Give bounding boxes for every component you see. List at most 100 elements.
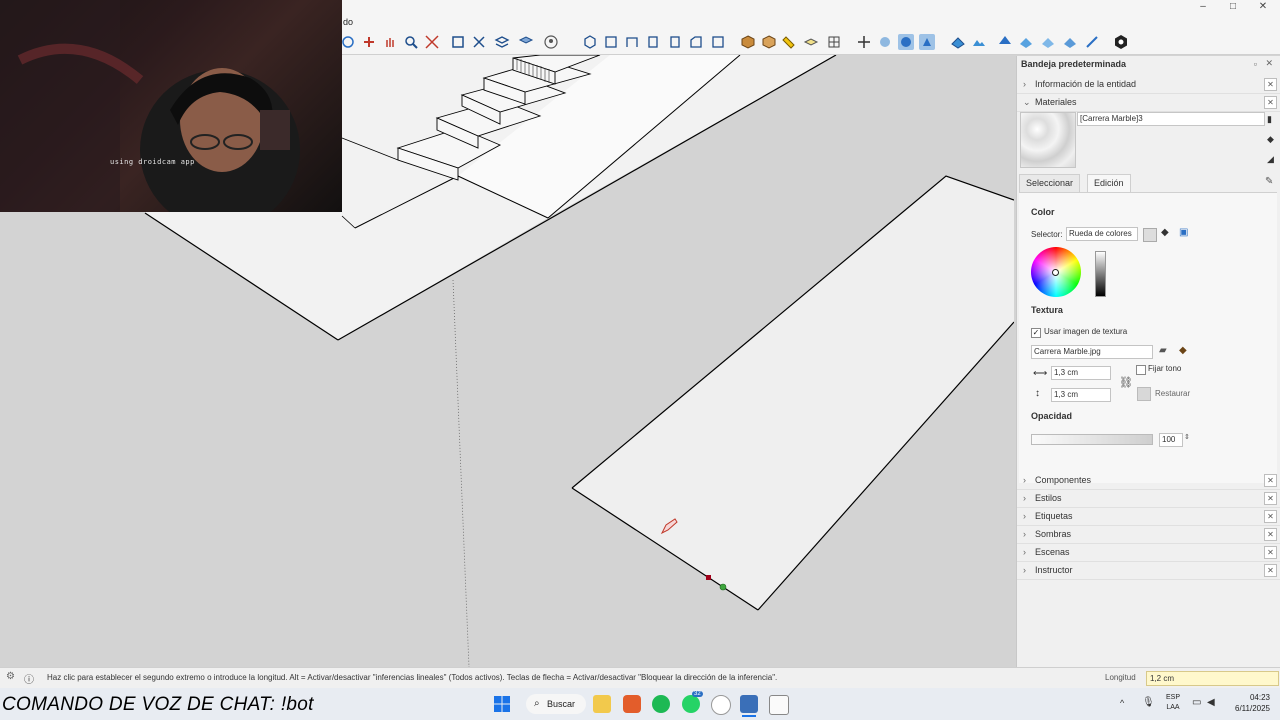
zoom-tool-icon[interactable]: [403, 34, 419, 50]
chain-link-icon[interactable]: ⛓: [1119, 376, 1133, 389]
pan-tool-icon[interactable]: [361, 34, 377, 50]
start-menu-icon[interactable]: [493, 695, 511, 713]
close-window-button[interactable]: ✕: [1246, 0, 1280, 14]
section-entity-info[interactable]: › Información de la entidad ✕: [1017, 76, 1280, 94]
material-name-field[interactable]: [Carrera Marble]3: [1077, 112, 1265, 126]
select-grid-icon[interactable]: [826, 34, 842, 50]
arrow-right-icon[interactable]: ◢: [1267, 154, 1274, 165]
use-texture-checkbox[interactable]: ✓: [1031, 328, 1041, 338]
close-icon[interactable]: ✕: [1264, 492, 1277, 505]
spotify-icon[interactable]: [652, 695, 670, 713]
back-view-icon[interactable]: [667, 34, 683, 50]
info-icon[interactable]: ⓘ: [24, 671, 34, 686]
match-model-icon[interactable]: ◆: [1161, 227, 1169, 238]
file-explorer-icon[interactable]: [593, 695, 611, 713]
section-tags[interactable]: › Etiquetas ✕: [1017, 508, 1280, 526]
terrain-icon[interactable]: [971, 34, 987, 50]
maximize-button[interactable]: □: [1216, 0, 1250, 14]
left-view-icon[interactable]: [688, 34, 704, 50]
move-icon[interactable]: [856, 34, 872, 50]
color-picker-select[interactable]: Rueda de colores: [1066, 227, 1138, 241]
section-materials[interactable]: ⌄ Materiales ✕: [1017, 94, 1280, 112]
close-icon[interactable]: ✕: [1264, 510, 1277, 523]
section-shadows[interactable]: › Sombras ✕: [1017, 526, 1280, 544]
front-view-icon[interactable]: [624, 34, 640, 50]
spinner-icon[interactable]: ⇕: [1184, 433, 1190, 441]
section-components[interactable]: › Componentes ✕: [1017, 472, 1280, 490]
sketchup-icon[interactable]: [740, 695, 758, 713]
stamp-icon[interactable]: [997, 34, 1013, 50]
tray-close-icon[interactable]: ✕: [1265, 58, 1273, 69]
microphone-icon[interactable]: 🎙: [1142, 697, 1155, 708]
material-thumbnail[interactable]: [1020, 112, 1076, 168]
section-scenes[interactable]: › Escenas ✕: [1017, 544, 1280, 562]
section-styles[interactable]: › Estilos ✕: [1017, 490, 1280, 508]
component-icon[interactable]: [740, 34, 756, 50]
minimize-button[interactable]: –: [1186, 0, 1220, 14]
brave-browser-icon[interactable]: [623, 695, 641, 713]
right-view-icon[interactable]: [645, 34, 661, 50]
warehouse-icon[interactable]: [761, 34, 777, 50]
draw-line-icon[interactable]: [898, 34, 914, 50]
zoom-extents-icon[interactable]: [424, 34, 440, 50]
user-account-icon[interactable]: [543, 34, 559, 50]
x-ray-icon[interactable]: [471, 34, 487, 50]
create-material-icon[interactable]: ◆: [1267, 134, 1274, 145]
bottom-view-icon[interactable]: [710, 34, 726, 50]
tab-select[interactable]: Seleccionar: [1019, 174, 1081, 193]
layers-icon[interactable]: [494, 34, 510, 50]
language-indicator[interactable]: ESP LAA: [1163, 693, 1183, 713]
flip-edge-icon[interactable]: [1062, 34, 1078, 50]
tab-edit[interactable]: Edición: [1087, 174, 1131, 193]
match-screen-icon[interactable]: ▣: [1179, 227, 1188, 238]
section-plane-icon[interactable]: [450, 34, 466, 50]
styles-icon[interactable]: [518, 34, 534, 50]
volume-icon[interactable]: ◀: [1207, 697, 1215, 708]
close-icon[interactable]: ✕: [1264, 96, 1277, 109]
colorize-checkbox[interactable]: [1136, 365, 1146, 375]
system-clock[interactable]: 04:23 6/11/2025: [1226, 692, 1270, 714]
color-swatch[interactable]: [1143, 228, 1157, 242]
smoove-icon[interactable]: [1084, 34, 1100, 50]
iso-view-icon[interactable]: [582, 34, 598, 50]
texture-height-field[interactable]: 1,3 cm: [1051, 388, 1111, 402]
length-input[interactable]: 1,2 cm: [1146, 671, 1279, 686]
reset-color-swatch[interactable]: [1137, 387, 1151, 401]
brightness-slider[interactable]: [1095, 251, 1106, 297]
close-icon[interactable]: ✕: [1264, 474, 1277, 487]
extension-icon[interactable]: [1113, 34, 1129, 50]
paint-bucket-icon[interactable]: [782, 34, 798, 50]
sandbox-icon[interactable]: [950, 34, 966, 50]
add-detail-icon[interactable]: [1040, 34, 1056, 50]
tape-measure-icon[interactable]: [803, 34, 819, 50]
pin-icon[interactable]: ▫: [1254, 59, 1257, 69]
chevron-up-icon[interactable]: ^: [1120, 698, 1124, 708]
taskbar-search[interactable]: ⌕ Buscar: [526, 694, 586, 714]
close-icon[interactable]: ✕: [1264, 78, 1277, 91]
top-view-icon[interactable]: [603, 34, 619, 50]
browse-folder-icon[interactable]: ▰: [1159, 345, 1167, 356]
close-icon[interactable]: ✕: [1264, 564, 1277, 577]
geo-location-icon[interactable]: ⚙: [6, 671, 15, 682]
lock-icon[interactable]: ▮: [1267, 114, 1272, 125]
whatsapp-icon[interactable]: 32: [682, 691, 703, 713]
hand-tool-icon[interactable]: [382, 34, 398, 50]
position-camera-icon[interactable]: [919, 34, 935, 50]
orbit-tool-icon[interactable]: [340, 34, 356, 50]
menu-fragment[interactable]: do: [343, 17, 353, 27]
section-instructor[interactable]: › Instructor ✕: [1017, 562, 1280, 580]
chrome-icon[interactable]: [711, 695, 731, 715]
texture-file-field[interactable]: Carrera Marble.jpg: [1031, 345, 1153, 359]
close-icon[interactable]: ✕: [1264, 528, 1277, 541]
walk-icon[interactable]: [877, 34, 893, 50]
opacity-slider[interactable]: [1031, 434, 1153, 445]
layout-app-icon[interactable]: [769, 695, 789, 715]
drape-icon[interactable]: [1018, 34, 1034, 50]
color-wheel-handle[interactable]: [1052, 269, 1059, 276]
eyedropper-icon[interactable]: ✎: [1265, 176, 1273, 187]
close-icon[interactable]: ✕: [1264, 546, 1277, 559]
network-icon[interactable]: ▭: [1192, 697, 1201, 708]
texture-width-field[interactable]: 1,3 cm: [1051, 366, 1111, 380]
opacity-field[interactable]: 100: [1159, 433, 1183, 447]
edit-texture-icon[interactable]: ◆: [1179, 345, 1187, 356]
